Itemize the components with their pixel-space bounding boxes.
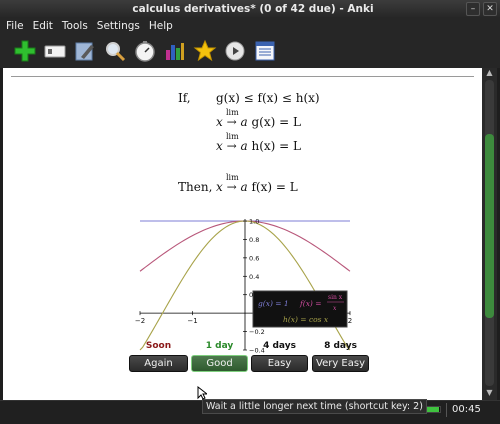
y-tick-label: 0.4 — [249, 273, 259, 281]
legend-h: h(x) = cos x — [283, 315, 329, 324]
then-label: Then, — [178, 180, 213, 194]
due-easy: 4 days — [263, 341, 296, 351]
timer-icon[interactable] — [132, 38, 158, 64]
due-very-easy: 8 days — [324, 341, 357, 351]
card-icon[interactable] — [42, 38, 68, 64]
easy-button[interactable]: Easy — [251, 355, 308, 372]
stats-icon[interactable] — [162, 38, 188, 64]
scroll-down-arrow-icon[interactable]: ▼ — [482, 388, 497, 400]
chart-legend: g(x) = 1 f(x) = sin x x h(x) = cos x — [252, 290, 348, 328]
minimize-button[interactable]: – — [466, 2, 480, 16]
tooltip: Wait a little longer next time (shortcut… — [202, 399, 427, 414]
scroll-thumb[interactable] — [485, 134, 494, 318]
very-easy-button[interactable]: Very Easy — [312, 355, 369, 372]
edit-icon[interactable] — [72, 38, 98, 64]
answer-very-easy: 8 days Very Easy — [312, 338, 369, 372]
good-button[interactable]: Good — [191, 355, 248, 372]
due-again: Soon — [145, 341, 172, 351]
due-good: 1 day — [205, 341, 234, 351]
answer-again: Soon Again — [129, 338, 188, 372]
status-divider — [446, 403, 447, 417]
menu-tools[interactable]: Tools — [62, 20, 88, 32]
menu-file[interactable]: File — [6, 20, 24, 32]
browser-icon[interactable] — [252, 38, 278, 64]
toolbar — [0, 34, 500, 68]
y-tick-label: 0.8 — [249, 236, 259, 244]
limit-g-expr: x → a g(x) = L — [216, 115, 301, 129]
legend-f: f(x) = — [299, 299, 322, 308]
squeeze-theorem-chart: −2−1121.00.80.60.40.2−0.2−0.4 g(x) = 1 f… — [135, 218, 352, 355]
play-icon[interactable] — [222, 38, 248, 64]
y-tick-label: −0.2 — [249, 328, 265, 336]
again-button[interactable]: Again — [129, 355, 188, 372]
menu-edit[interactable]: Edit — [33, 20, 53, 32]
star-icon[interactable] — [192, 38, 218, 64]
x-tick-label: 2 — [348, 317, 352, 325]
window-title: calculus derivatives* (0 of 42 due) - An… — [132, 3, 374, 15]
timer-display: 00:45 — [452, 404, 481, 415]
menu-help[interactable]: Help — [149, 20, 173, 32]
y-tick-label: 0.6 — [249, 254, 259, 262]
limit-f-expr: x → a f(x) = L — [216, 180, 298, 194]
answer-easy: 4 days Easy — [251, 338, 308, 372]
x-tick-label: −2 — [135, 317, 145, 325]
close-button[interactable]: ✕ — [483, 2, 497, 16]
mouse-cursor-icon — [197, 386, 207, 400]
inequality-expr: g(x) ≤ f(x) ≤ h(x) — [216, 91, 320, 105]
menu-settings[interactable]: Settings — [97, 20, 140, 32]
scroll-up-arrow-icon[interactable]: ▲ — [482, 68, 497, 80]
x-tick-label: −1 — [187, 317, 197, 325]
limit-h-expr: x → a h(x) = L — [216, 139, 301, 153]
title-bar: calculus derivatives* (0 of 42 due) - An… — [0, 0, 500, 18]
menu-bar: File Edit Tools Settings Help — [0, 18, 500, 34]
search-icon[interactable] — [102, 38, 128, 64]
add-icon[interactable] — [12, 38, 38, 64]
legend-g: g(x) = 1 — [258, 299, 289, 308]
card-divider — [11, 76, 474, 77]
answer-good: 1 day Good — [191, 338, 248, 372]
legend-f-num: sin x — [328, 294, 343, 301]
y-tick-label: 1.0 — [249, 218, 259, 226]
vertical-scrollbar[interactable]: ▲ ▼ — [482, 68, 497, 400]
if-label: If, — [178, 91, 191, 105]
